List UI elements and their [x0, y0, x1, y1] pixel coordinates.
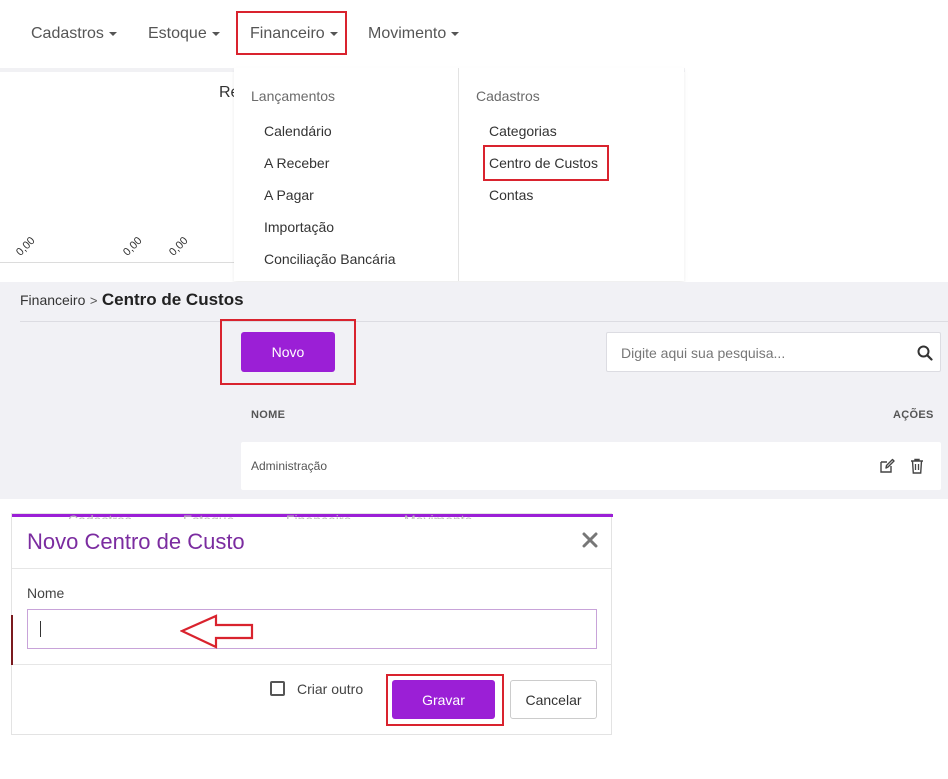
menu-item-contas[interactable]: Contas [489, 187, 533, 203]
data-label: 0,00 [14, 234, 38, 259]
breadcrumb: Financeiro > Centro de Custos [20, 290, 244, 310]
dropdown-header-lancamentos: Lançamentos [251, 88, 336, 104]
new-cost-center-modal: Cadastros Estoque Financeiro Movimento N… [11, 512, 613, 735]
highlight-box-novo [220, 319, 356, 385]
name-input[interactable] [27, 609, 597, 649]
dropdown-divider [458, 68, 459, 281]
background-nav-ghost: Cadastros Estoque Financeiro Movimento [68, 512, 548, 519]
menu-item-conciliacao-bancaria[interactable]: Conciliação Bancária [264, 251, 396, 267]
highlight-box-financeiro [236, 11, 347, 55]
breadcrumb-separator: > [89, 293, 98, 308]
chart-axis [0, 262, 234, 263]
search-field [606, 332, 941, 372]
menu-item-categorias[interactable]: Categorias [489, 123, 557, 139]
nav-cadastros[interactable]: Cadastros [31, 0, 117, 68]
modal-header-divider [12, 568, 611, 569]
arrow-left-icon [180, 614, 254, 649]
trash-icon[interactable] [908, 457, 926, 475]
name-field-label: Nome [27, 585, 65, 601]
caret-down-icon [108, 31, 117, 36]
create-another-checkbox[interactable] [270, 681, 285, 696]
financeiro-dropdown: Lançamentos Calendário A Receber A Pagar… [234, 68, 684, 281]
cancel-button[interactable]: Cancelar [510, 680, 597, 719]
table-row: Administração [241, 442, 941, 490]
column-header-name: NOME [251, 409, 286, 421]
column-header-actions: AÇÕES [893, 409, 934, 421]
edit-icon[interactable] [878, 457, 896, 475]
header-divider [20, 321, 948, 322]
page-title: Centro de Custos [101, 290, 244, 309]
modal-footer-divider [12, 664, 611, 665]
menu-item-a-pagar[interactable]: A Pagar [264, 187, 314, 203]
caret-down-icon [451, 31, 460, 36]
menu-item-importacao[interactable]: Importação [264, 219, 334, 235]
nav-movimento[interactable]: Movimento [368, 0, 460, 68]
text-cursor [40, 621, 41, 637]
highlight-box-centro-de-custos [483, 145, 609, 181]
row-name: Administração [251, 459, 328, 473]
search-icon[interactable] [917, 345, 933, 361]
menu-item-a-receber[interactable]: A Receber [264, 155, 329, 171]
caret-down-icon [211, 31, 220, 36]
breadcrumb-financeiro[interactable]: Financeiro [20, 292, 85, 308]
nav-estoque[interactable]: Estoque [148, 0, 220, 68]
search-input[interactable] [619, 342, 903, 364]
create-another-label[interactable]: Criar outro [297, 681, 363, 697]
modal-title: Novo Centro de Custo [27, 529, 245, 554]
close-icon[interactable] [582, 532, 598, 548]
top-navbar: Cadastros Estoque Financeiro Movimento [0, 0, 948, 68]
highlight-box-gravar [386, 674, 504, 726]
dropdown-header-cadastros: Cadastros [476, 88, 540, 104]
modal-side-mark [11, 615, 13, 665]
cost-center-page: Financeiro > Centro de Custos Novo NOME … [0, 282, 948, 499]
data-label: 0,00 [167, 234, 191, 259]
data-label: 0,00 [121, 234, 145, 259]
menu-item-calendario[interactable]: Calendário [264, 123, 332, 139]
